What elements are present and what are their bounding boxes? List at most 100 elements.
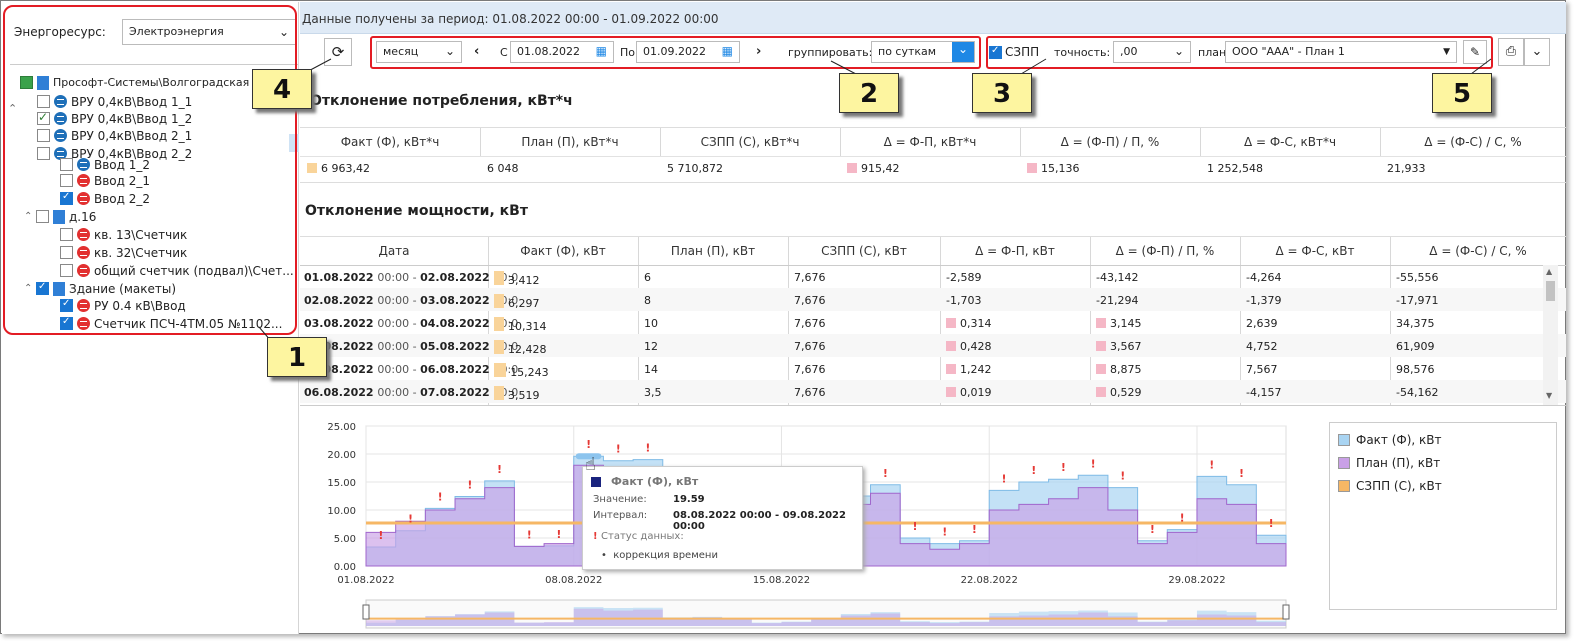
warning-mark-icon: ! [972,523,977,536]
table-cell: 8,875 [1096,363,1142,376]
navigator-handle[interactable] [362,604,370,620]
refresh-icon: ⟳ [331,43,345,61]
date-part: 00:00 - [377,317,421,330]
period-banner: Данные получены за период: 01.08.2022 00… [300,2,1566,34]
navigator-handle[interactable] [1282,604,1290,620]
print-button[interactable]: ⎙ [1498,38,1524,66]
fact-bar [494,340,504,354]
column-header: Δ = (Ф-С) / С, % [1429,244,1527,258]
table-cell: 12,428 [494,340,547,356]
table-row[interactable]: 06.08.2022 00:00 - 07.08.2022 00:0 3,519 3… [300,380,1566,403]
tooltip-status-item: • коррекция времени [601,550,718,561]
annotation-box-period [370,36,981,69]
value-swatch [946,341,956,351]
table-cell: 12 [644,340,658,353]
fact-bar [494,271,504,285]
tooltip-title: Факт (Ф), кВт [611,475,699,488]
table-cell: -21,294 [1096,294,1139,307]
warning-mark-icon: ! [1239,467,1244,480]
chart-legend: Факт (Ф), кВт План (П), кВт СЗПП (С), кВт [1329,422,1557,610]
warning-mark-icon: ! [1180,512,1185,525]
date-part: 03.08.2022 [420,294,494,307]
legend-label: Факт (Ф), кВт [1356,433,1442,447]
date-part: 02.08.2022 [304,294,378,307]
warning-mark-icon: ! [913,520,918,533]
summary-cell: 6 048 [487,162,519,175]
value-swatch [1027,163,1037,173]
legend-swatch [1338,434,1350,446]
y-tick-label: 25.00 [327,422,356,433]
x-tick-label: 29.08.2022 [1168,575,1225,586]
date-part: 00:00 - [377,294,421,307]
column-header: Δ = Ф-С, кВт*ч [1243,135,1337,149]
column-divider [1380,128,1381,156]
consumption-title: Отклонение потребления, кВт*ч [310,93,573,109]
date-part: 00:00 - [377,271,421,284]
date-part: 04.08.2022 [420,317,494,330]
table-cell: -4,264 [1246,271,1282,284]
consumption-table: Факт (Ф), кВт*ч План (П), кВт*ч СЗПП (С), … [300,127,1566,183]
table-row[interactable]: 02.08.2022 00:00 - 03.08.2022 00:0 6,297 8… [300,288,1566,311]
column-divider [1020,128,1021,156]
table-cell: 7,676 [794,294,826,307]
warning-mark-icon: ! [1120,470,1125,483]
scroll-thumb[interactable] [1546,281,1555,301]
legend-item[interactable]: СЗПП (С), кВт [1338,479,1442,493]
column-header: Факт (Ф), кВт [520,244,606,258]
table-cell: 0,428 [946,340,992,353]
warning-mark-icon: ! [438,490,443,503]
date-part: 03.08.2022 [304,317,378,330]
legend-label: СЗПП (С), кВт [1356,479,1442,493]
date-part: 05.08.2022 [420,340,494,353]
more-button[interactable]: ⌄ [1524,38,1550,66]
warning-mark-icon: ! [1091,457,1096,470]
annotation-box-szpp [986,36,1493,69]
table-cell: 15,243 [494,363,549,379]
legend-item[interactable]: Факт (Ф), кВт [1338,433,1442,447]
legend-item[interactable]: План (П), кВт [1338,456,1440,470]
fact-bar [494,317,504,331]
date-part: 00:00 - [377,386,421,399]
warning-mark-icon: ! [1209,458,1214,471]
hand-cursor-icon: ☝ [585,454,596,475]
table-cell: -55,556 [1396,271,1439,284]
column-divider [840,128,841,156]
date-part: 01.08.2022 [304,271,378,284]
column-header: Δ = Ф-С, кВт [1275,244,1355,258]
table-cell: 34,375 [1396,317,1435,330]
printer-icon: ⎙ [1505,44,1517,59]
table-scrollbar[interactable]: ▲ ▼ [1543,265,1558,405]
date-cell: 04.08.2022 00:00 - 05.08.2022 00:0 [304,340,518,353]
legend-swatch [1338,480,1350,492]
warning-mark-icon: ! [1031,464,1036,477]
callout-1: 1 [267,337,327,377]
table-cell: -1,703 [946,294,982,307]
table-row[interactable]: 04.08.2022 00:00 - 05.08.2022 00:0 12,428… [300,334,1566,357]
warning-mark-icon: ! [586,438,591,451]
scroll-up-arrow[interactable]: ▲ [1546,267,1552,276]
summary-cell: 5 710,872 [667,162,723,175]
date-cell: 01.08.2022 00:00 - 02.08.2022 00:0 [304,271,518,284]
table-cell: 7,676 [794,363,826,376]
scroll-down-arrow[interactable]: ▼ [1546,391,1552,400]
table-cell: -43,142 [1096,271,1139,284]
table-cell: 0,314 [946,317,992,330]
date-part: 07.08.2022 [420,386,494,399]
table-cell: 10,314 [494,317,547,333]
warning-mark-icon: ! [1002,472,1007,485]
value-swatch [946,318,956,328]
table-row[interactable]: 01.08.2022 00:00 - 02.08.2022 00:0 3,412 6… [300,265,1566,288]
table-row[interactable]: 03.08.2022 00:00 - 04.08.2022 00:0 10,314… [300,311,1566,334]
callout-3: 3 [972,73,1032,113]
table-row[interactable]: 05.08.2022 00:00 - 06.08.2022 00:015,243… [300,357,1566,380]
refresh-button[interactable]: ⟳ [324,38,352,66]
y-tick-label: 15.00 [327,478,356,489]
callout-4: 4 [252,69,312,109]
tooltip-interval-label: Интервал: [593,510,648,521]
date-cell: 03.08.2022 00:00 - 04.08.2022 00:0 [304,317,518,330]
warning-mark-icon: ! [942,526,947,539]
warning-mark-icon: ! [616,443,621,456]
summary-cell: 1 252,548 [1207,162,1263,175]
chevron-down-icon: ⌄ [1531,44,1543,59]
summary-cell: 915,42 [847,162,900,175]
